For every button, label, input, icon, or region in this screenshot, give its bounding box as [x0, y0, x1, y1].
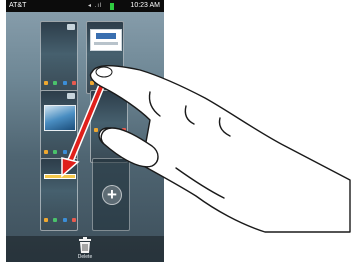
delete-label: Delete	[77, 254, 93, 260]
battery-icon	[110, 3, 114, 10]
clock-widget	[90, 29, 122, 51]
signal-icon: ◂ .ıl	[88, 3, 103, 9]
photo-widget	[44, 105, 76, 131]
home-indicator-icon	[67, 93, 75, 99]
home-panel-5[interactable]	[40, 158, 78, 231]
home-panel-2[interactable]	[86, 21, 124, 94]
carrier-label: AT&T	[9, 2, 27, 9]
home-panel-4[interactable]	[90, 90, 128, 163]
app-icon-row	[94, 128, 126, 134]
search-widget	[44, 174, 76, 179]
app-icon-row	[44, 150, 76, 156]
status-bar: AT&T ◂ .ıl 10:23 AM	[6, 0, 164, 12]
app-icon-row	[44, 218, 76, 224]
home-panel-3[interactable]	[40, 90, 78, 163]
clock-label: 10:23 AM	[130, 2, 160, 9]
plus-icon: +	[102, 185, 122, 205]
add-panel-button[interactable]: +	[92, 158, 130, 231]
trash-icon	[79, 237, 91, 253]
home-indicator-icon	[67, 24, 75, 30]
home-panel-1[interactable]	[40, 21, 78, 94]
delete-zone[interactable]: Delete	[6, 236, 164, 262]
phone-screen: AT&T ◂ .ıl 10:23 AM + Delete	[6, 0, 164, 262]
app-icon-row	[44, 81, 76, 87]
app-icon-row	[90, 81, 122, 87]
